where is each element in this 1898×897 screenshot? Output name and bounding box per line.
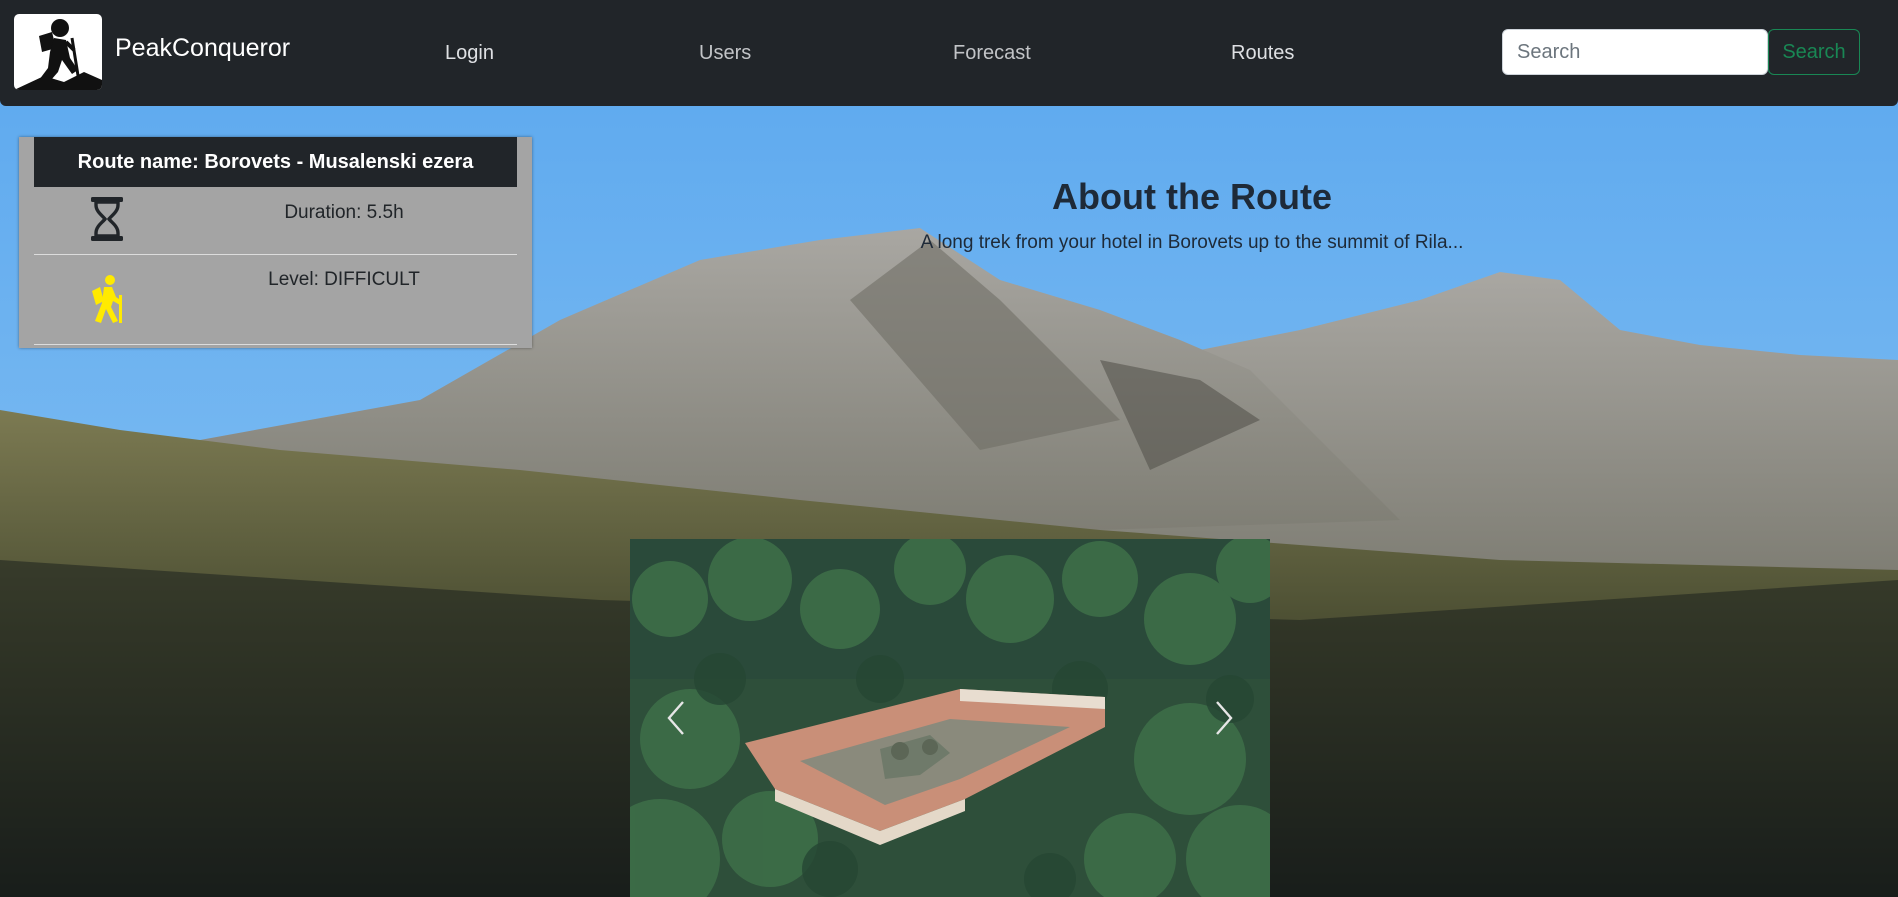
- nav-link-login[interactable]: Login: [445, 42, 494, 65]
- brand-name[interactable]: PeakConqueror: [115, 34, 290, 63]
- hourglass-icon: [91, 197, 123, 241]
- search-button[interactable]: Search: [1768, 29, 1860, 75]
- carousel-prev-button[interactable]: [630, 539, 720, 897]
- route-info-card: Route name: Borovets - Musalenski ezera …: [19, 137, 532, 348]
- about-title: About the Route: [1052, 176, 1332, 217]
- carousel-next-button[interactable]: [1180, 539, 1270, 897]
- duration-row: Duration: 5.5h: [34, 187, 517, 255]
- level-value: Level: DIFFICULT: [268, 269, 420, 290]
- route-name: Route name: Borovets - Musalenski ezera: [34, 137, 517, 187]
- nav-link-users[interactable]: Users: [699, 42, 751, 65]
- about-description: A long trek from your hotel in Borovets …: [920, 232, 1464, 253]
- level-row: Level: DIFFICULT: [34, 255, 517, 345]
- top-navbar: PeakConqueror Login Users Forecast Route…: [0, 0, 1898, 106]
- nav-link-routes[interactable]: Routes: [1231, 42, 1294, 65]
- image-carousel: [630, 539, 1270, 897]
- nav-link-forecast[interactable]: Forecast: [953, 42, 1031, 65]
- chevron-left-icon: [667, 701, 684, 735]
- hiker-logo-icon: [14, 19, 102, 90]
- chevron-right-icon: [1216, 701, 1233, 735]
- logo[interactable]: [14, 14, 102, 90]
- carousel-slide-image: [630, 539, 1270, 897]
- search-input[interactable]: [1502, 29, 1768, 75]
- hiking-icon: [92, 275, 122, 323]
- duration-value: Duration: 5.5h: [284, 202, 404, 223]
